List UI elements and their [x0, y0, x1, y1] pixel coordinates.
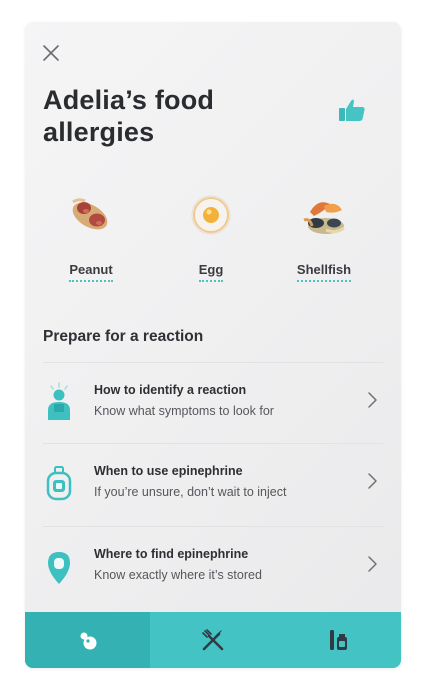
list-item-when-epinephrine[interactable]: When to use epinephrine If you’re unsure… — [43, 443, 383, 523]
allergen-egg[interactable]: Egg — [166, 190, 256, 282]
peanut-icon — [72, 198, 108, 230]
divider — [43, 443, 383, 444]
chevron-right-icon — [368, 473, 377, 489]
item-title: When to use epinephrine — [94, 464, 243, 478]
tab-meals[interactable] — [150, 612, 275, 668]
allergen-shellfish[interactable]: Shellfish — [279, 190, 369, 282]
shellfish-icon — [303, 202, 345, 234]
allergen-label: Egg — [198, 262, 224, 282]
allergen-peanut[interactable]: Peanut — [46, 190, 136, 282]
fork-knife-icon — [202, 629, 224, 651]
tab-medicine[interactable] — [276, 612, 401, 668]
page-title: Adelia’s food allergies — [43, 85, 215, 147]
divider — [43, 526, 383, 527]
item-subtitle: Know what symptoms to look for — [94, 404, 274, 418]
allergen-label: Shellfish — [296, 262, 352, 282]
item-title: How to identify a reaction — [94, 383, 247, 397]
medicine-icon — [330, 630, 348, 650]
allergy-card: Adelia’s food allergies Peanut Egg Shell… — [25, 22, 401, 668]
chevron-right-icon — [368, 392, 377, 408]
chevron-right-icon — [368, 556, 377, 572]
allergen-label: Peanut — [69, 262, 113, 282]
egg-icon — [191, 195, 231, 235]
allergens-tab-icon — [80, 632, 97, 650]
item-subtitle: If you’re unsure, don’t wait to inject — [94, 485, 287, 499]
epinephrine-icon — [46, 466, 72, 501]
thumbs-up-icon[interactable] — [338, 98, 366, 122]
divider — [43, 362, 383, 363]
tab-allergens[interactable] — [25, 612, 151, 668]
person-reaction-icon — [48, 382, 70, 420]
bottom-tab-bar — [25, 612, 401, 668]
list-item-where-epinephrine[interactable]: Where to find epinephrine Know exactly w… — [43, 526, 383, 606]
list-item-identify-reaction[interactable]: How to identify a reaction Know what sym… — [43, 362, 383, 442]
close-icon[interactable] — [40, 42, 62, 64]
section-title: Prepare for a reaction — [43, 328, 204, 345]
item-title: Where to find epinephrine — [94, 547, 249, 561]
location-pin-icon — [48, 552, 70, 584]
item-subtitle: Know exactly where it’s stored — [94, 568, 262, 582]
